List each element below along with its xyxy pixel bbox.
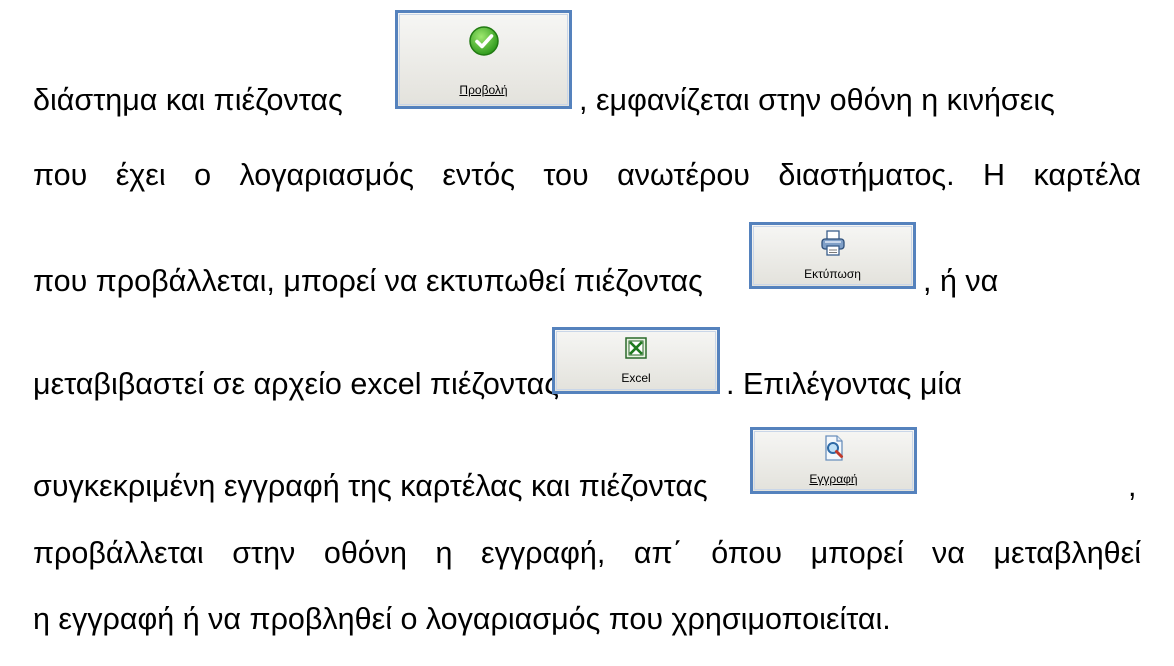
excel-button-label: Excel [621, 371, 651, 385]
text-line-1b: , εμφανίζεται στην οθόνη η κινήσεις [579, 83, 1055, 117]
text-line-3b: , ή να [923, 264, 999, 298]
text-line-5b: , [1128, 469, 1137, 503]
text-line-5a: συγκεκριμένη εγγραφή της καρτέλας και πι… [33, 469, 708, 503]
excel-icon [625, 337, 647, 359]
print-button[interactable]: Εκτύπωση [749, 222, 916, 289]
print-button-label: Εκτύπωση [804, 267, 861, 281]
check-circle-icon [468, 26, 499, 56]
text-line-4a: μεταβιβαστεί σε αρχείο excel πιέζοντας [33, 367, 559, 401]
text-line-3a: που προβάλλεται, μπορεί να εκτυπωθεί πιέ… [33, 264, 703, 298]
excel-button[interactable]: Excel [552, 327, 720, 394]
text-line-6: προβάλλεται στην οθόνη η εγγραφή, απ΄ όπ… [33, 536, 1141, 570]
document-search-icon [824, 435, 843, 461]
view-button[interactable]: Προβολή [395, 10, 572, 109]
record-button-label: Εγγραφή [809, 472, 858, 486]
text-line-7: η εγγραφή ή να προβληθεί ο λογαριασμός π… [33, 602, 891, 636]
text-line-2: που έχει ο λογαριασμός εντός του ανωτέρο… [33, 158, 1141, 192]
record-button[interactable]: Εγγραφή [750, 427, 917, 494]
document-page: διάστημα και πιέζοντας Προβολή , εμφανίζ… [0, 0, 1174, 666]
text-line-1a: διάστημα και πιέζοντας [33, 83, 343, 117]
view-button-label: Προβολή [459, 83, 508, 97]
text-line-4b: . Επιλέγοντας μία [726, 367, 962, 401]
printer-icon [820, 230, 845, 256]
